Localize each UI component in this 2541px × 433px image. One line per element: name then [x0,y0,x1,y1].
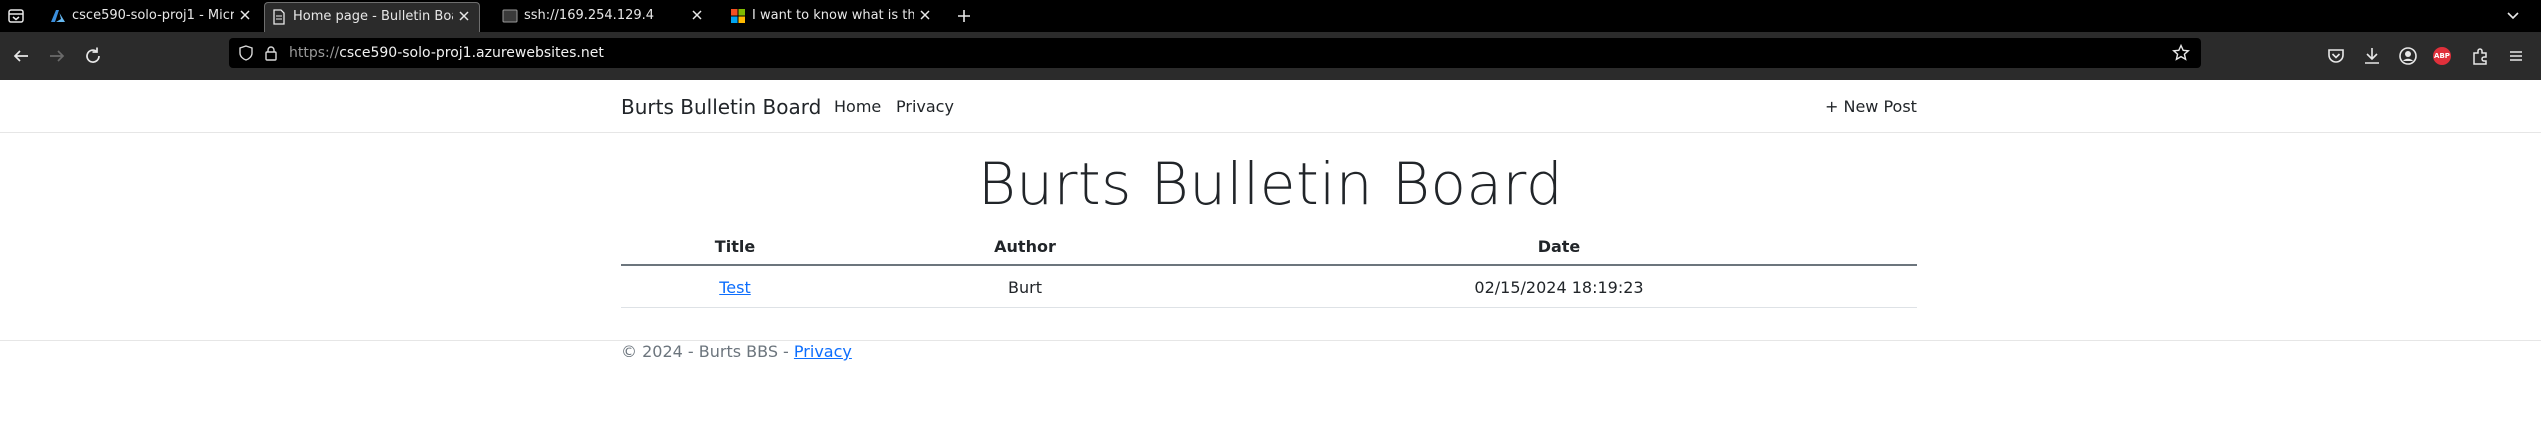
close-icon[interactable] [455,7,473,25]
tab-title: csce590-solo-proj1 - Micro [72,8,234,23]
terminal-icon [502,8,518,24]
page-icon [271,9,287,25]
url-scheme: https:// [289,45,340,61]
table-header: Title Author Date [621,230,1917,266]
new-tab-icon[interactable] [954,6,974,26]
table-row: Test Burt 02/15/2024 18:19:23 [621,266,1917,308]
footer-privacy-link[interactable]: Privacy [794,342,852,361]
post-title-cell: Test [621,278,849,297]
new-post-link[interactable]: + New Post [1825,97,1917,116]
nav-privacy-link[interactable]: Privacy [896,97,954,116]
address-bar[interactable]: https://csce590-solo-proj1.azurewebsites… [229,38,2201,68]
tab-list-icon[interactable] [6,6,26,26]
close-icon[interactable] [688,6,706,24]
site-footer: © 2024 - Burts BBS - Privacy [0,340,2541,380]
pocket-icon[interactable] [2324,44,2348,68]
tab-title: I want to know what is the [752,8,914,23]
browser-toolbar: https://csce590-solo-proj1.azurewebsites… [0,32,2541,80]
url-text: https://csce590-solo-proj1.azurewebsites… [289,45,604,61]
tab-azure[interactable]: csce590-solo-proj1 - Micro [44,0,260,32]
shield-icon[interactable] [237,44,255,62]
reload-icon[interactable] [81,44,105,68]
footer-text: © 2024 - Burts BBS - Privacy [621,342,852,361]
page-title: Burts Bulletin Board [977,150,1564,218]
post-title-link[interactable]: Test [719,278,751,297]
column-header-author: Author [994,237,1056,256]
site-header: Burts Bulletin Board Home Privacy + New … [0,82,2541,133]
account-icon[interactable] [2396,44,2420,68]
tab-title: Home page - Bulletin Boar [293,9,453,24]
extensions-icon[interactable] [2468,44,2492,68]
url-host: csce590-solo-proj1.azurewebsites.net [339,45,604,61]
nav-home-link[interactable]: Home [834,97,881,116]
tab-bar: csce590-solo-proj1 - Micro Home page - B… [0,0,2541,32]
tab-bulletin-board[interactable]: Home page - Bulletin Boar [264,2,480,32]
column-header-title: Title [714,237,756,256]
microsoft-icon [730,8,746,24]
lock-icon[interactable] [262,44,280,62]
post-date-cell: 02/15/2024 18:19:23 [1474,278,1644,297]
forward-icon[interactable] [45,44,69,68]
post-author-cell: Burt [1008,278,1042,297]
azure-icon [50,8,66,24]
column-header-date: Date [1537,237,1581,256]
bookmark-star-icon[interactable] [2171,43,2191,63]
tab-title: ssh://169.254.129.4 [524,8,655,23]
tab-ssh[interactable]: ssh://169.254.129.4 [496,0,712,32]
download-icon[interactable] [2360,44,2384,68]
close-icon[interactable] [236,6,254,24]
menu-icon[interactable] [2504,44,2528,68]
adblock-plus-icon[interactable]: ABP [2433,47,2451,65]
footer-copyright: © 2024 - Burts BBS - [621,342,794,361]
back-icon[interactable] [9,44,33,68]
site-brand[interactable]: Burts Bulletin Board [621,95,821,119]
close-icon[interactable] [916,6,934,24]
tab-microsoft-question[interactable]: I want to know what is the [724,0,940,32]
chevron-down-icon[interactable] [2503,6,2523,26]
